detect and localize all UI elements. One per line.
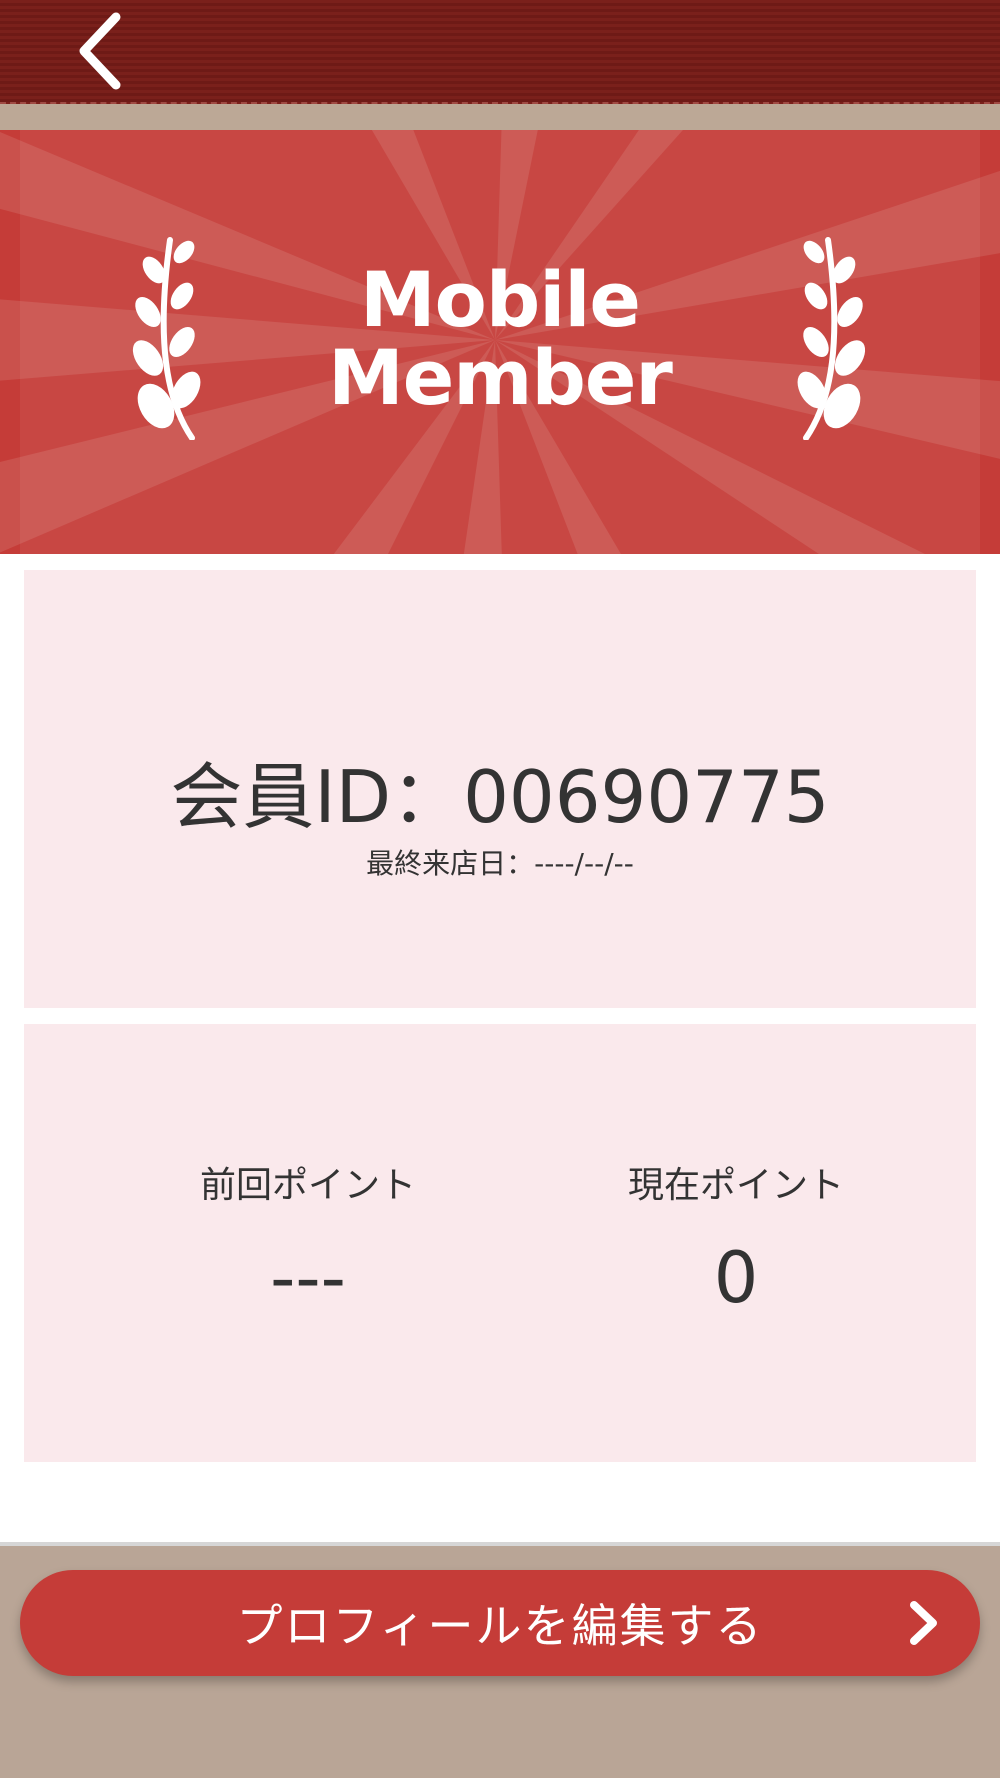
previous-points-label: 前回ポイント [199, 1165, 416, 1206]
points-card: 前回ポイント --- 現在ポイント 0 [24, 1024, 976, 1462]
edit-profile-button[interactable]: プロフィールを編集する [20, 1570, 980, 1676]
last-visit-date: 最終来店日：----/--/-- [366, 847, 634, 880]
laurel-right-icon [797, 237, 866, 440]
member-id-card: 会員ID：00690775 最終来店日：----/--/-- [24, 570, 976, 1008]
member-banner: Mobile Member [0, 130, 1000, 554]
back-button[interactable] [64, 8, 134, 94]
current-points: 現在ポイント 0 [586, 1164, 886, 1318]
top-bar [0, 0, 1000, 104]
member-content: 会員ID：00690775 最終来店日：----/--/-- 前回ポイント --… [0, 554, 1000, 1546]
previous-points: 前回ポイント --- [158, 1164, 458, 1318]
current-points-label: 現在ポイント [627, 1165, 844, 1206]
previous-points-value: --- [270, 1237, 346, 1319]
member-id: 会員ID：00690775 [170, 755, 830, 839]
laurel-left-icon [132, 237, 201, 440]
current-points-value: 0 [713, 1237, 759, 1319]
header-strip [0, 104, 1000, 130]
edit-profile-label: プロフィールを編集する [236, 1599, 764, 1653]
chevron-left-icon [79, 12, 121, 90]
chevron-right-icon [910, 1601, 937, 1645]
